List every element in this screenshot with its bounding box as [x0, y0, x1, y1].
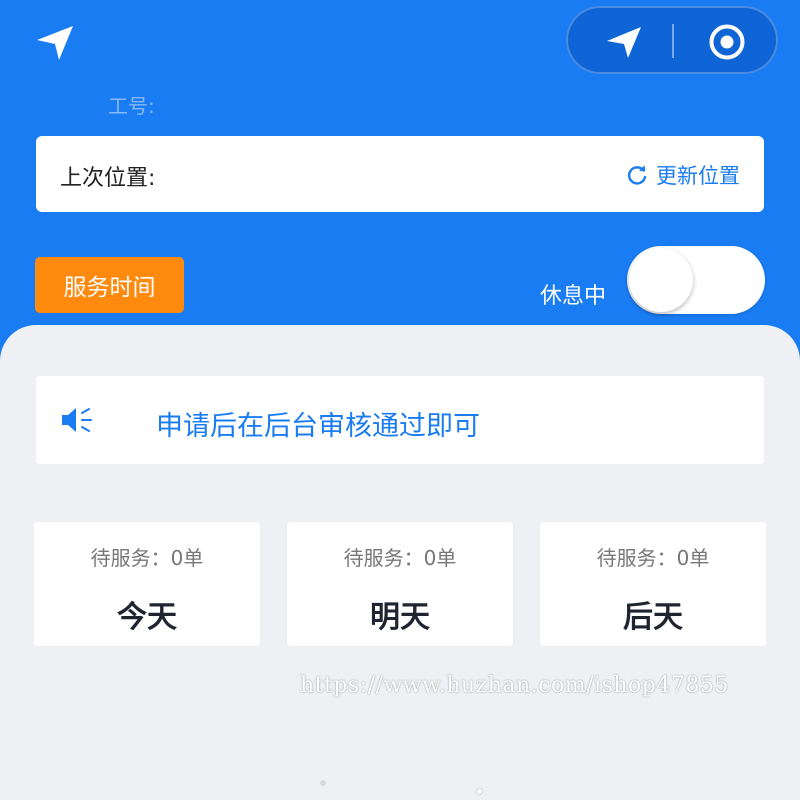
navigation-arrow-icon[interactable] — [33, 22, 77, 62]
capsule-divider — [672, 24, 674, 58]
last-location-label: 上次位置: — [60, 166, 156, 191]
day-name: 明天 — [370, 600, 430, 635]
pending-count: 待服务：0单 — [596, 546, 710, 570]
rest-status-toggle[interactable] — [627, 246, 765, 314]
navigation-arrow-icon[interactable] — [604, 24, 644, 60]
employee-id-label: 工号: — [108, 94, 155, 118]
refresh-icon — [627, 165, 647, 185]
update-location-button[interactable]: 更新位置 — [626, 160, 740, 190]
tomorrow-card[interactable]: 待服务：0单 明天 — [287, 522, 513, 646]
watermark-text: https://www.huzhan.com/ishop47855 — [300, 673, 729, 698]
day-name: 今天 — [117, 600, 177, 635]
last-location-card: 上次位置: 更新位置 — [36, 136, 764, 212]
mini-program-capsule — [566, 6, 778, 74]
status-label: 休息中 — [540, 284, 607, 309]
page-indicator-dot — [320, 780, 326, 786]
update-location-label: 更新位置 — [656, 164, 740, 188]
header: 工号: 上次位置: 更新位置 服务时间 休息中 — [0, 0, 800, 340]
page-indicator-dot — [476, 788, 483, 795]
service-time-button[interactable]: 服务时间 — [35, 257, 184, 313]
content-panel: 申请后在后台审核通过即可 待服务：0单 今天 待服务：0单 明天 待服务：0单 … — [0, 325, 800, 800]
pending-count: 待服务：0单 — [90, 546, 204, 570]
toggle-knob — [629, 248, 693, 312]
day-after-tomorrow-card[interactable]: 待服务：0单 后天 — [540, 522, 766, 646]
notice-text: 申请后在后台审核通过即可 — [156, 411, 480, 442]
day-name: 后天 — [623, 600, 683, 635]
speaker-icon — [62, 408, 92, 432]
today-card[interactable]: 待服务：0单 今天 — [34, 522, 260, 646]
notice-card: 申请后在后台审核通过即可 — [36, 376, 764, 464]
pending-count: 待服务：0单 — [343, 546, 457, 570]
target-icon[interactable] — [708, 23, 746, 61]
